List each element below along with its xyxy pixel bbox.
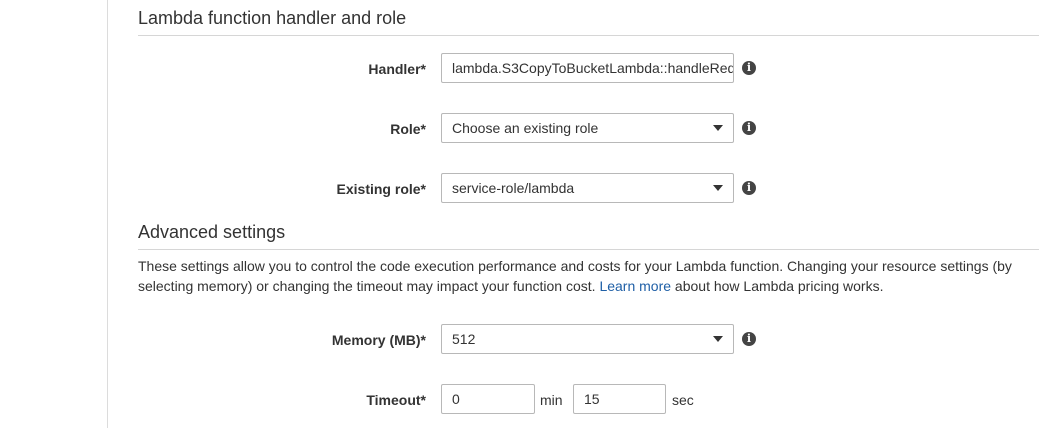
chevron-down-icon [713, 185, 723, 191]
section-title-advanced: Advanced settings [138, 222, 286, 242]
timeout-minutes-input[interactable]: 0 [441, 384, 535, 414]
memory-select[interactable]: 512 [441, 324, 734, 354]
memory-select-value: 512 [452, 331, 476, 347]
section-title-handler-role: Lambda function handler and role [138, 8, 407, 28]
left-border [107, 0, 108, 428]
advanced-description: These settings allow you to control the … [138, 256, 1038, 296]
chevron-down-icon [713, 125, 723, 131]
info-icon[interactable]: i [742, 181, 756, 195]
role-select-value: Choose an existing role [452, 120, 599, 136]
handler-label: Handler* [368, 61, 426, 77]
learn-more-link[interactable]: Learn more [599, 278, 671, 294]
description-text-end: about how Lambda pricing works. [671, 278, 884, 294]
section-divider [138, 35, 1039, 36]
info-icon[interactable]: i [742, 61, 756, 75]
timeout-seconds-input[interactable]: 15 [573, 384, 666, 414]
seconds-unit-label: sec [672, 392, 694, 408]
timeout-label: Timeout* [366, 392, 426, 408]
chevron-down-icon [713, 336, 723, 342]
existing-role-select-value: service-role/lambda [452, 180, 575, 196]
role-select[interactable]: Choose an existing role [441, 113, 734, 143]
minutes-unit-label: min [540, 392, 563, 408]
existing-role-label: Existing role* [336, 181, 426, 197]
memory-label: Memory (MB)* [331, 332, 426, 348]
existing-role-select[interactable]: service-role/lambda [441, 173, 734, 203]
info-icon[interactable]: i [742, 332, 756, 346]
info-icon[interactable]: i [742, 121, 756, 135]
role-label: Role* [390, 121, 426, 137]
handler-input[interactable]: lambda.S3CopyToBucketLambda::handleReque… [441, 53, 734, 83]
section-divider [138, 249, 1039, 250]
